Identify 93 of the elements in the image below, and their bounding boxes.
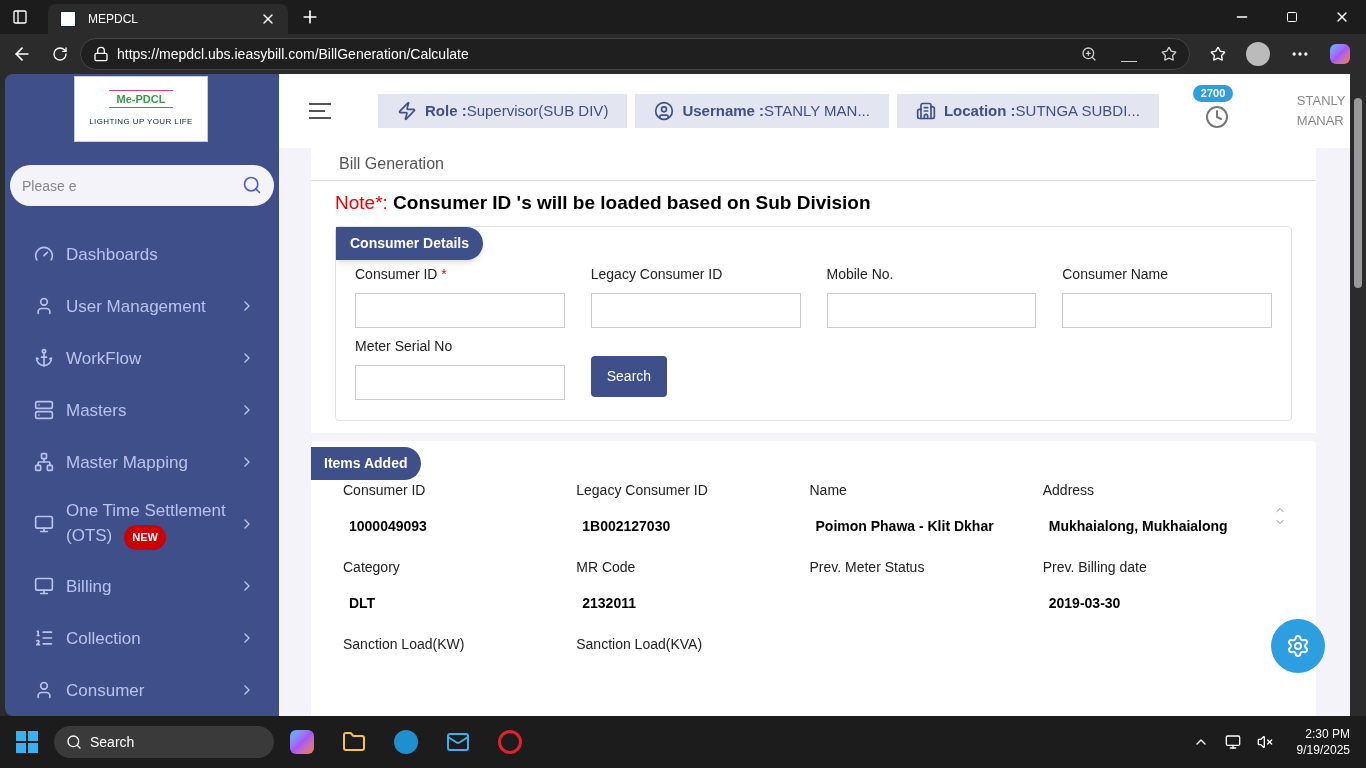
browser-icon[interactable] <box>394 730 418 754</box>
field-value: 1B002127030 <box>582 517 672 534</box>
start-icon[interactable] <box>16 731 38 753</box>
chip-text: Role :Supervisor(SUB DIV) <box>425 100 609 121</box>
sidebar-item[interactable]: User Management <box>5 280 279 332</box>
page-title: Bill Generation <box>311 148 1316 181</box>
favicon-icon <box>60 11 76 27</box>
user-icon <box>34 680 54 700</box>
sidebar-item[interactable]: Master Mapping <box>5 436 279 488</box>
anchor-icon <box>34 348 54 368</box>
ring-icon[interactable] <box>498 730 522 754</box>
search-button[interactable]: Search <box>590 355 668 397</box>
sidebar-item[interactable]: Billing <box>5 560 279 612</box>
field-value: 2019-03-30 <box>1048 594 1122 611</box>
field-label: Mobile No. <box>826 264 895 284</box>
taskbar-search[interactable]: Search <box>54 726 274 758</box>
input-field[interactable] <box>355 364 565 400</box>
search-label: Search <box>90 733 135 752</box>
field-value: Poimon Phawa - Klit Dkhar <box>815 517 995 534</box>
copilot-icon[interactable] <box>290 730 314 754</box>
copilot-icon[interactable] <box>1330 44 1350 64</box>
monitor-icon[interactable] <box>1224 734 1241 750</box>
menu-icon[interactable] <box>309 103 331 119</box>
field-label: Name <box>809 480 848 500</box>
gear-icon <box>1286 634 1310 658</box>
muted-speaker-icon[interactable] <box>1256 734 1273 750</box>
chip-text: Location :SUTNGA SUBDI... <box>943 100 1140 121</box>
sidebar-item[interactable]: One Time Settlement (OTS) NEW <box>5 488 279 560</box>
field-label: Consumer ID <box>343 480 427 500</box>
field-label: Sanction Load(KW) <box>343 634 466 654</box>
profile-avatar[interactable] <box>1246 42 1270 66</box>
numbered-list-icon <box>34 628 54 648</box>
note-text: Note*: Consumer ID 's will be loaded based on Sub Division <box>334 191 872 215</box>
field-label: Consumer ID * <box>355 264 448 284</box>
field-value: Mukhaialong, Mukhaialong <box>1048 517 1229 534</box>
search-icon <box>66 734 82 750</box>
gauge-icon <box>34 244 54 264</box>
field-label: Sanction Load(KVA) <box>576 634 704 654</box>
sidebar-item[interactable]: Collection <box>5 612 279 664</box>
field-label: Category <box>343 557 401 577</box>
field-value: DLT <box>349 594 377 611</box>
folder-icon[interactable] <box>342 730 366 754</box>
new-badge: NEW <box>124 525 166 550</box>
restore-icon[interactable] <box>1286 11 1298 23</box>
field-label: Legacy Consumer ID <box>576 480 709 500</box>
field-value: 2132011 <box>582 594 637 611</box>
user-circle-icon <box>654 101 675 121</box>
logo-name: Me-PDCL <box>108 89 174 109</box>
hierarchy-icon <box>34 452 54 472</box>
search-icon[interactable] <box>242 175 262 195</box>
section-title: Items Added <box>311 446 421 480</box>
url-text: https://mepdcl.ubs.ieasybill.com/BillGeneration/Calculate <box>117 45 470 64</box>
monitor-icon <box>34 514 54 534</box>
sidebar-item[interactable]: Dashboards <box>5 228 279 280</box>
user-name[interactable]: STANLY MANAR <box>1296 91 1346 131</box>
browser-tab[interactable]: MEPDCL <box>48 4 288 34</box>
sidebar-search-field[interactable]: Please e <box>10 165 274 206</box>
mail-icon[interactable] <box>446 730 470 754</box>
chip-text: Username :STANLY MAN... <box>682 100 870 121</box>
field-label: MR Code <box>576 557 637 577</box>
zoom-icon[interactable] <box>1081 46 1097 62</box>
field-label: Meter Serial No <box>355 336 454 356</box>
clock-icon[interactable] <box>1204 105 1229 129</box>
logo-tagline: LIGHTING UP YOUR LIFE <box>89 116 193 129</box>
input-field[interactable] <box>355 292 565 328</box>
clock-time: 2:30 PM <box>1305 726 1350 742</box>
input-field[interactable] <box>826 292 1037 328</box>
clock-date: 9/19/2025 <box>1296 742 1350 758</box>
address-bar[interactable]: https://mepdcl.ubs.ieasybill.com/BillGeneration/Calculate <box>80 38 1190 70</box>
field-value: 1000049093 <box>349 517 428 534</box>
sidebar-item[interactable]: WorkFlow <box>5 332 279 384</box>
field-label: Consumer Name <box>1062 264 1170 284</box>
field-label: Prev. Meter Status <box>809 557 926 577</box>
monitor-icon <box>34 576 54 596</box>
field-label: Legacy Consumer ID <box>590 264 724 284</box>
field-label: Prev. Billing date <box>1042 557 1148 577</box>
user-icon <box>34 296 54 316</box>
notification-badge: 2700 <box>1192 85 1234 102</box>
input-field[interactable] <box>590 292 801 328</box>
sidebar-item[interactable]: Consumer <box>5 664 279 716</box>
reload-icon[interactable] <box>52 46 68 62</box>
field-label: Address <box>1042 480 1096 500</box>
star-icon[interactable] <box>1161 46 1177 62</box>
bolt-icon <box>397 101 417 121</box>
section-title: Consumer Details <box>336 226 484 260</box>
lock-icon <box>93 46 109 62</box>
input-field[interactable] <box>1062 292 1272 328</box>
tab-title: MEPDCL <box>88 11 139 27</box>
tab-actions-icon[interactable] <box>12 9 28 25</box>
server-icon <box>34 400 54 420</box>
sidebar-item[interactable]: Masters <box>5 384 279 436</box>
building-icon <box>915 101 936 121</box>
favorites-icon[interactable] <box>1210 46 1226 62</box>
